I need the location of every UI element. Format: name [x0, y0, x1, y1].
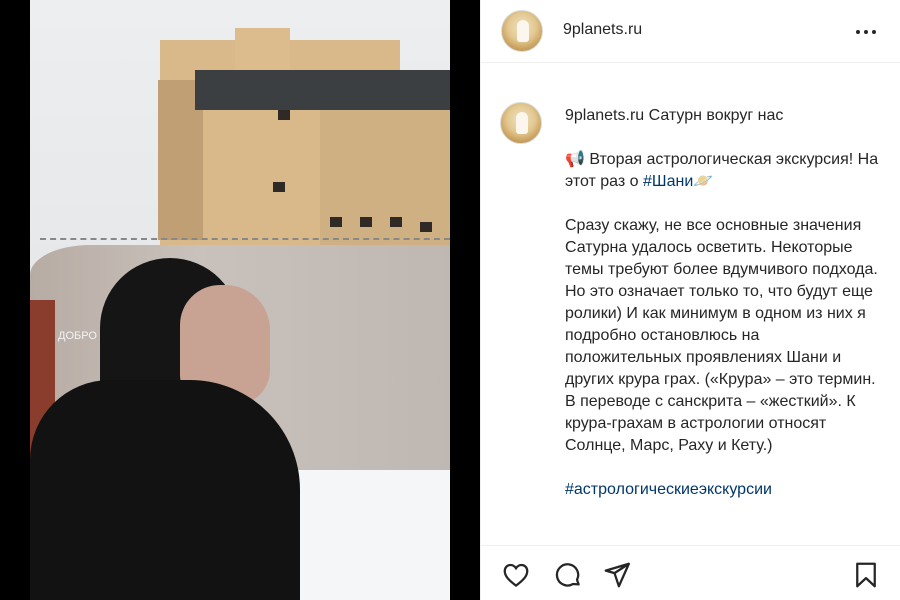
person-jacket [30, 380, 300, 600]
window [390, 217, 402, 227]
caption-area: 9planets.ru Сатурн вокруг нас 📢 Вторая а… [481, 64, 900, 544]
video-frame[interactable]: ДОБРО [30, 0, 450, 600]
header-username[interactable]: 9planets.ru [563, 21, 642, 39]
window [330, 217, 342, 227]
megaphone-icon: 📢 [565, 151, 585, 168]
avatar[interactable] [501, 10, 543, 52]
caption-intro: Вторая астрологическая экскурсия! На это… [565, 151, 879, 190]
planet-icon: 🪐 [693, 173, 714, 190]
post-sidebar: 9planets.ru 9planets.ru Сатурн вокруг на… [480, 0, 900, 600]
barbed-wire [40, 238, 450, 252]
caption-text: 9planets.ru Сатурн вокруг нас 📢 Вторая а… [565, 105, 880, 523]
post-header: 9planets.ru [481, 0, 900, 63]
heart-icon[interactable] [501, 560, 531, 590]
hashtag-link[interactable]: #Шани [643, 173, 693, 190]
comment-icon[interactable] [553, 560, 583, 590]
caption-avatar[interactable] [500, 102, 542, 144]
building-roof [195, 70, 450, 110]
window [360, 217, 372, 227]
send-icon[interactable] [602, 560, 632, 590]
wall-graffiti: ДОБРО [58, 330, 97, 342]
more-options-icon[interactable] [854, 20, 878, 44]
bookmark-icon[interactable] [851, 560, 881, 590]
post-media[interactable]: ДОБРО [0, 0, 480, 600]
action-bar [481, 545, 900, 600]
caption-title: Сатурн вокруг нас [648, 107, 784, 124]
window [273, 182, 285, 192]
caption-body: Сразу скажу, не все основные значения Са… [565, 217, 878, 454]
caption-username[interactable]: 9planets.ru [565, 107, 644, 124]
hashtag-link[interactable]: #астрологическиеэкскурсии [565, 479, 880, 501]
window [278, 110, 290, 120]
window [420, 222, 432, 232]
